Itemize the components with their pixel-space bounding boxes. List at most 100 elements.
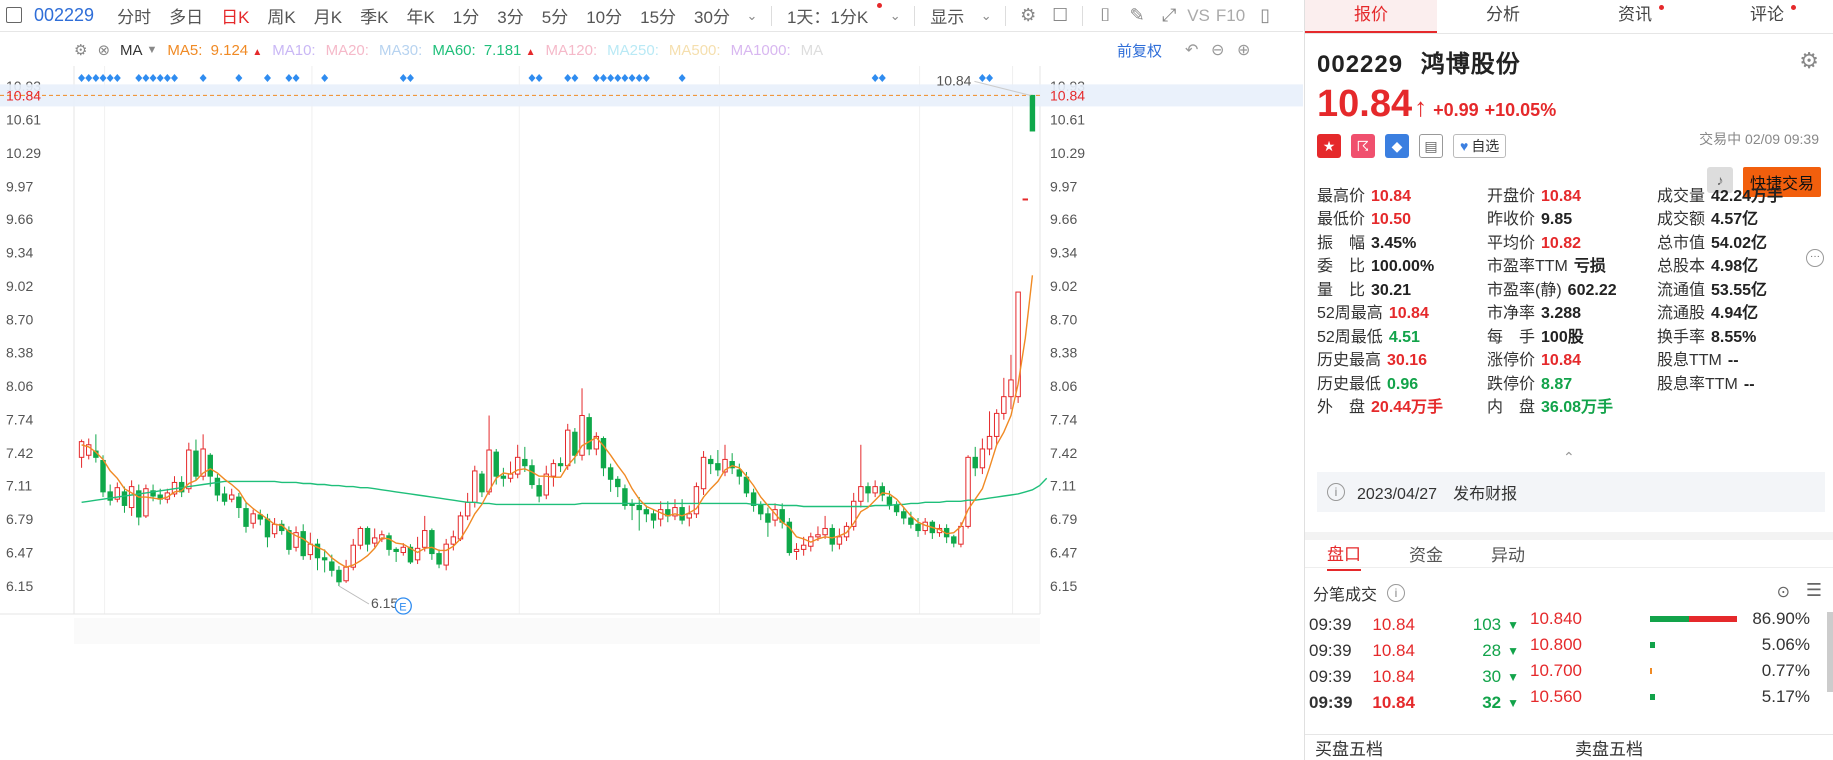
stock-title: 002229 鸿博股份 xyxy=(1317,44,1821,79)
candle-body xyxy=(436,553,442,565)
subtab-pankou[interactable]: 盘口 xyxy=(1327,536,1361,571)
period-week-k[interactable]: 周K xyxy=(258,3,304,28)
stat-label: 股息率TTM xyxy=(1657,375,1738,393)
candle-body xyxy=(386,535,392,550)
undo-icon[interactable]: ↶ xyxy=(1185,40,1198,60)
earnings-notice[interactable]: i 2023/04/27 发布财报 xyxy=(1317,472,1825,512)
period-fenshi[interactable]: 分时 xyxy=(108,3,160,28)
kline-chart[interactable]: 2022/091011122023/01210.9310.9310.6110.6… xyxy=(0,66,1303,730)
period-quarter-k[interactable]: 季K xyxy=(351,3,397,28)
distribution-row: 10.800 5.06% xyxy=(1530,632,1820,658)
candle-body xyxy=(979,448,986,469)
info-icon[interactable]: i xyxy=(1387,584,1406,602)
period-10min[interactable]: 10分 xyxy=(577,3,631,28)
document-icon[interactable]: ▤ xyxy=(1419,134,1443,158)
period-5min[interactable]: 5分 xyxy=(533,3,577,28)
scrollbar[interactable] xyxy=(1827,612,1833,692)
more-icon[interactable]: ⊙ xyxy=(1777,582,1790,602)
gear-icon[interactable]: ⚙ xyxy=(1015,3,1041,29)
ma-selector[interactable]: MA xyxy=(120,42,143,59)
display-menu[interactable]: 显示 xyxy=(921,3,973,28)
vs-button[interactable]: VS xyxy=(1185,6,1212,26)
tab-comments[interactable]: 评论 xyxy=(1701,0,1833,33)
camera-icon[interactable]: ⌷ xyxy=(1092,3,1118,29)
china-flag-icon[interactable]: ★ xyxy=(1317,134,1341,158)
stat-item: 委 比 100.00% xyxy=(1317,252,1487,276)
tab-news[interactable]: 资讯 xyxy=(1569,0,1701,33)
kline-svg[interactable]: 2022/091011122023/01210.9310.9310.6110.6… xyxy=(0,66,1303,730)
y-tick-label: 8.38 xyxy=(6,345,33,361)
stock-code[interactable]: 002229 xyxy=(34,5,94,26)
chevron-down-icon[interactable]: ▼ xyxy=(147,44,158,56)
stat-value: -- xyxy=(1727,352,1739,370)
stat-item: 最低价 10.50 xyxy=(1317,205,1487,229)
gear-icon[interactable]: ⚙ xyxy=(1799,48,1819,74)
period-30min[interactable]: 30分 xyxy=(685,3,739,28)
candle-body xyxy=(464,501,471,517)
period-duori[interactable]: 多日 xyxy=(160,3,212,28)
collapse-chevron-icon[interactable]: ⌃ xyxy=(1563,449,1575,466)
period-month-k[interactable]: 月K xyxy=(305,3,351,28)
candle-body xyxy=(615,478,621,488)
signal-marker xyxy=(614,74,622,82)
candle-body xyxy=(214,477,221,496)
stat-value: 8.55% xyxy=(1711,328,1757,346)
close-icon[interactable]: ⊗ xyxy=(97,41,110,59)
candle-body xyxy=(329,561,335,571)
signal-marker xyxy=(235,74,243,82)
period-15min[interactable]: 15分 xyxy=(631,3,685,28)
sidebar-toggle-icon[interactable] xyxy=(6,7,22,23)
candle-body xyxy=(758,504,764,515)
current-price-label-right: 10.84 xyxy=(1050,87,1085,103)
y-tick-label: 6.47 xyxy=(6,545,33,561)
tab-analysis[interactable]: 分析 xyxy=(1437,0,1569,33)
ma-truncated-label: MA xyxy=(800,41,824,59)
candle-body xyxy=(429,530,435,555)
gear-icon[interactable]: ⚙ xyxy=(74,41,87,59)
range-select[interactable]: 1天：1分K xyxy=(778,3,877,28)
candle-body xyxy=(443,543,449,566)
candle-body xyxy=(607,467,614,480)
runner-icon[interactable]: ☈ xyxy=(1351,134,1375,158)
candle-body xyxy=(743,476,750,494)
chevron-down-icon[interactable]: ⌄ xyxy=(882,3,908,29)
stat-label: 市盈率TTM xyxy=(1487,258,1568,276)
stat-item: 成交量 42.24万手 xyxy=(1657,182,1827,206)
stat-row: 历史最低 0.96 跌停价 8.87 股息率TTM -- xyxy=(1317,370,1827,394)
distribution-row: 10.560 5.17% xyxy=(1530,684,1820,710)
notification-dot xyxy=(1659,5,1664,10)
subtab-anomaly[interactable]: 异动 xyxy=(1491,537,1525,570)
more-icon[interactable]: ··· xyxy=(1806,249,1824,267)
stat-row: 最低价 10.50 昨收价 9.85 成交额 4.57亿 xyxy=(1317,206,1827,230)
subtab-funds[interactable]: 资金 xyxy=(1409,537,1443,570)
square-icon[interactable]: ☐ xyxy=(1047,3,1073,29)
period-1min[interactable]: 1分 xyxy=(444,3,488,28)
signal-marker xyxy=(978,74,986,82)
candle-body xyxy=(822,527,828,536)
stat-item: 外 盘 20.44万手 xyxy=(1317,393,1487,417)
pencil-icon[interactable]: ✎ xyxy=(1124,3,1150,29)
candle-body xyxy=(815,534,821,538)
f10-button[interactable]: F10 xyxy=(1212,6,1249,26)
fullscreen-icon[interactable]: ⤢ xyxy=(1156,3,1182,29)
zoom-in-icon[interactable]: ⊕ xyxy=(1237,40,1250,60)
period-day-k[interactable]: 日K xyxy=(212,3,258,28)
stat-label: 换手率 xyxy=(1657,328,1706,346)
adjust-select[interactable]: 前复权 xyxy=(1117,40,1162,61)
trade-volume: 28 xyxy=(1482,641,1502,660)
stat-value: 20.44万手 xyxy=(1371,399,1444,417)
period-year-k[interactable]: 年K xyxy=(397,3,443,28)
panel-toggle-icon[interactable]: ▯ xyxy=(1252,3,1278,29)
candle-body xyxy=(243,508,249,527)
period-3min[interactable]: 3分 xyxy=(488,3,532,28)
chevron-down-icon[interactable]: ⌄ xyxy=(739,3,765,29)
zoom-out-icon[interactable]: ⊖ xyxy=(1211,40,1224,60)
tab-quote[interactable]: 报价 xyxy=(1305,0,1437,33)
candle-body xyxy=(221,493,228,502)
stock-header: 002229 鸿博股份 ⚙ 10.84 ↑ +0.99 +10.05% 交易中 … xyxy=(1305,34,1833,197)
chevron-down-icon[interactable]: ⌄ xyxy=(973,3,999,29)
add-watchlist-button[interactable]: ♥ 自选 xyxy=(1453,134,1507,158)
trade-time: 09:39 xyxy=(1309,667,1352,686)
menu-icon[interactable]: ☰ xyxy=(1806,580,1822,601)
tag-icon[interactable]: ◆ xyxy=(1385,134,1409,158)
